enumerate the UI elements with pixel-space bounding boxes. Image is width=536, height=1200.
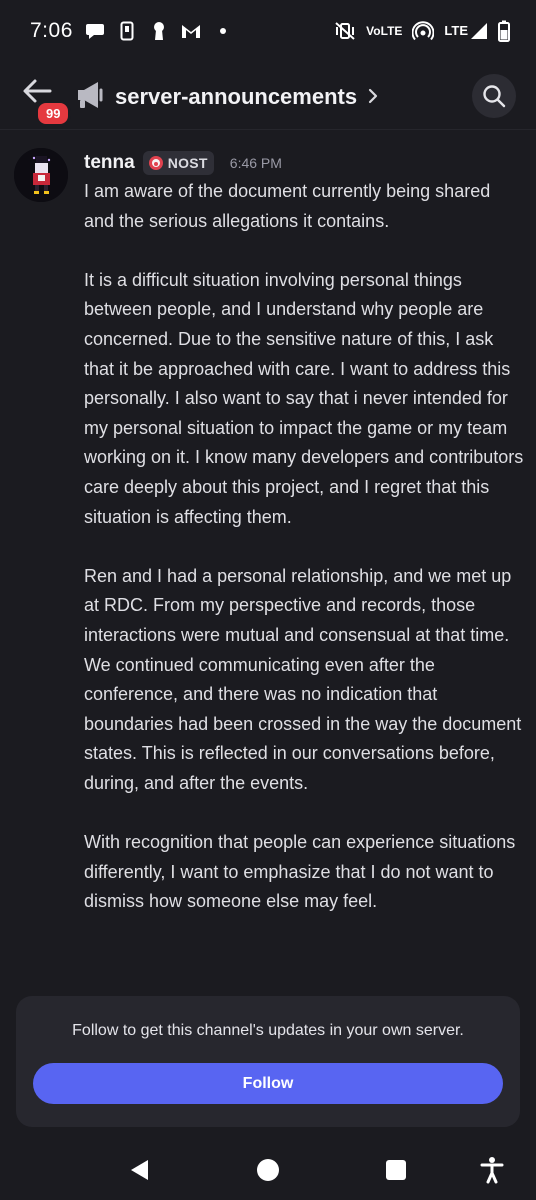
message-timestamp: 6:46 PM: [229, 155, 282, 171]
message-paragraph: It is a difficult situation involving pe…: [84, 269, 524, 527]
recents-square-icon[interactable]: [384, 1158, 408, 1182]
message-content: I am aware of the document currently bei…: [84, 177, 524, 946]
signal-bars-icon: [471, 23, 487, 39]
clock: 7:06: [30, 19, 73, 42]
follow-prompt-text: Follow to get this channel's updates in …: [72, 1022, 464, 1039]
hotspot-icon: [412, 21, 435, 41]
search-icon: [483, 85, 506, 108]
message-header: tenna NOST 6:46 PM: [84, 151, 282, 175]
lte-signal-indicator: LTE: [444, 22, 488, 40]
home-circle-icon[interactable]: [255, 1157, 281, 1183]
unread-badge: 99: [35, 100, 72, 127]
avatar[interactable]: [14, 148, 68, 202]
chevron-right-icon[interactable]: [366, 87, 380, 105]
channel-header: 99 server-announcements: [0, 62, 536, 130]
channel-title[interactable]: server-announcements: [115, 84, 357, 110]
phone-outline-icon: [117, 21, 137, 41]
server-tag-label: NOST: [167, 155, 208, 171]
gmail-icon: [181, 21, 201, 41]
author-name[interactable]: tenna: [84, 152, 135, 174]
lte-label: LTE: [444, 23, 468, 38]
status-left: 7:06: [30, 19, 233, 43]
follow-channel-card: Follow to get this channel's updates in …: [16, 996, 520, 1127]
message-paragraph: With recognition that people can experie…: [84, 832, 516, 912]
chat-bubble-icon: [85, 21, 105, 41]
mute-vibrate-icon: [334, 21, 356, 41]
server-tag[interactable]: NOST: [142, 151, 214, 175]
volte-bottom-label: LTE: [380, 24, 403, 38]
volte-top-label: Vo: [366, 24, 381, 38]
search-button[interactable]: [472, 74, 516, 118]
status-right: Vo LTE LTE: [334, 20, 510, 42]
system-nav-bar: [0, 1140, 536, 1200]
follow-button[interactable]: Follow: [33, 1063, 503, 1104]
back-triangle-icon[interactable]: [126, 1158, 152, 1182]
volte-indicator: Vo LTE: [366, 24, 403, 38]
accessibility-icon[interactable]: [478, 1156, 506, 1184]
message-paragraph: I am aware of the document currently bei…: [84, 181, 491, 231]
tag-emblem-icon: [148, 156, 163, 170]
megaphone-icon: [74, 80, 106, 110]
more-notifications-dot-icon: [213, 21, 233, 41]
keyhole-icon: [149, 21, 169, 41]
battery-charging-icon: [498, 20, 510, 42]
message-paragraph: Ren and I had a personal relationship, a…: [84, 565, 522, 793]
status-bar: 7:06 Vo LTE LTE: [0, 0, 536, 62]
